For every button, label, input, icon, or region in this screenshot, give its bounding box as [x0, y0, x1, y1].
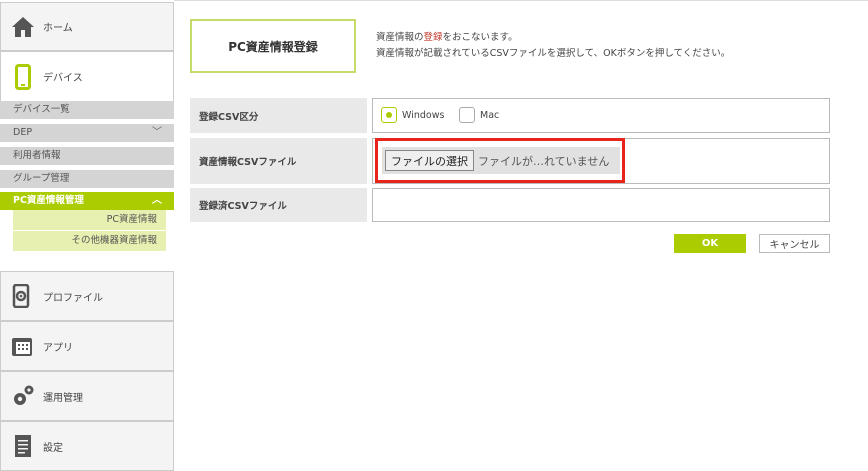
description-line-1: 資産情報の登録をおこないます。 [376, 30, 730, 46]
sidebar-item-label: PC資産情報 [106, 214, 157, 225]
sidebar-item-other-asset[interactable]: その他機器資産情報 [13, 231, 166, 251]
sidebar-item-app[interactable]: アプリ [0, 321, 174, 371]
sidebar-item-dep[interactable]: DEP ﹀ [0, 124, 174, 142]
description-line-2: 資産情報が記載されているCSVファイルを選択して、OKボタンを押してください。 [376, 48, 731, 59]
top-divider [174, 0, 868, 1]
sidebar-item-label: プロファイル [43, 292, 103, 304]
description: 資産情報の登録をおこないます。 資産情報が記載されているCSVファイルを選択して… [376, 30, 730, 62]
radio-mac[interactable]: Mac [459, 107, 499, 123]
csv-type-row: 登録CSV区分 Windows Mac [190, 98, 830, 133]
radio-label: Mac [480, 109, 500, 121]
csv-type-field: Windows Mac [372, 98, 830, 133]
radio-label: Windows [402, 109, 445, 121]
sidebar-item-label: デバイス一覧 [13, 104, 70, 115]
csv-type-label: 登録CSV区分 [190, 98, 367, 133]
sidebar-item-label: 利用者情報 [13, 150, 61, 161]
sidebar-item-device[interactable]: デバイス [0, 51, 174, 101]
sidebar-item-label: その他機器資産情報 [71, 235, 157, 246]
profile-gear-icon [10, 283, 36, 309]
sidebar-item-user-info[interactable]: 利用者情報 [0, 147, 174, 165]
cancel-button[interactable]: キャンセル [759, 234, 830, 253]
registered-csv-row: 登録済CSVファイル [190, 188, 830, 222]
radio-checked-icon [381, 107, 397, 123]
sidebar-item-ops[interactable]: 運用管理 [0, 371, 174, 421]
sidebar-item-label: ホーム [43, 23, 73, 34]
app-icon [10, 333, 36, 359]
description-text: 資産情報の [376, 32, 424, 43]
document-icon [10, 433, 36, 459]
sidebar-item-settings[interactable]: 設定 [0, 421, 174, 471]
description-emphasis: 登録 [423, 32, 443, 43]
registered-csv-label: 登録済CSVファイル [190, 188, 367, 222]
highlight-box [375, 138, 625, 183]
sidebar-item-label: DEP [13, 127, 33, 138]
description-text: をおこないます。 [442, 32, 518, 43]
sidebar-item-profile[interactable]: プロファイル [0, 271, 174, 321]
radio-unchecked-icon [459, 107, 475, 123]
sidebar-item-home[interactable]: ホーム [0, 2, 174, 51]
sidebar: ホーム デバイス デバイス一覧 DEP ﹀ 利用者情報 グループ管理 PC資産情報… [0, 0, 174, 471]
chevron-down-icon: ﹀ [152, 127, 162, 138]
chevron-up-icon: ︿ [152, 195, 162, 206]
sidebar-item-group[interactable]: グループ管理 [0, 170, 174, 188]
page: ホーム デバイス デバイス一覧 DEP ﹀ 利用者情報 グループ管理 PC資産情報… [0, 0, 868, 471]
sidebar-item-label: 運用管理 [43, 392, 83, 404]
radio-windows[interactable]: Windows [381, 107, 444, 123]
page-title: PC資産情報登録 [190, 19, 356, 73]
sidebar-item-label: アプリ [43, 342, 73, 354]
registered-csv-field [372, 188, 830, 222]
sidebar-item-label: グループ管理 [13, 173, 70, 184]
sidebar-item-pc-asset[interactable]: PC資産情報管理 ︿ [0, 192, 174, 210]
ok-button[interactable]: OK [674, 234, 746, 253]
sidebar-item-label: デバイス [43, 73, 83, 84]
csv-file-label: 資産情報CSVファイル [190, 138, 367, 184]
sidebar-item-label: PC資産情報管理 [13, 195, 84, 206]
sidebar-item-label: 設定 [43, 442, 63, 454]
smartphone-icon [10, 63, 36, 90]
sidebar-item-pc-asset-info[interactable]: PC資産情報 [13, 210, 166, 230]
sidebar-item-device-list[interactable]: デバイス一覧 [0, 101, 174, 119]
home-icon [10, 14, 36, 40]
gears-icon [10, 383, 36, 409]
